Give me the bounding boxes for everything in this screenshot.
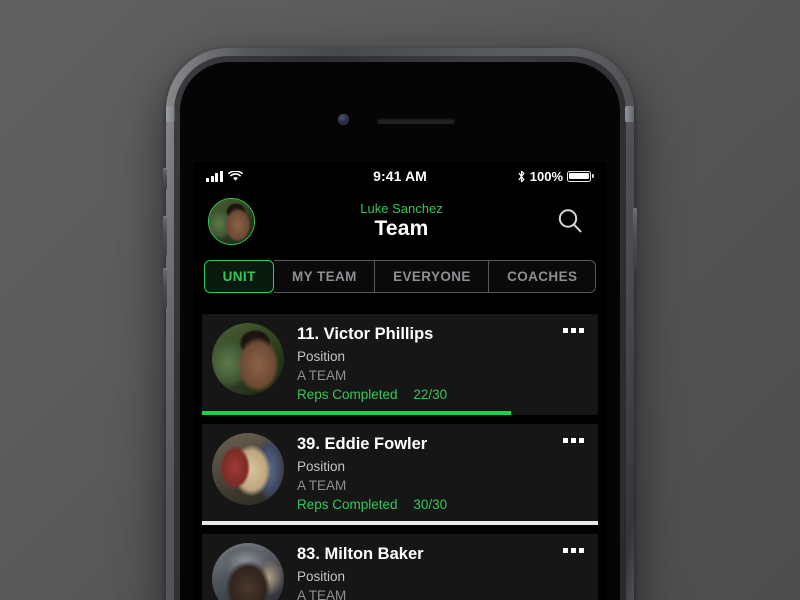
reps-label: Reps Completed <box>297 387 398 402</box>
tab-my-team[interactable]: MY TEAM <box>274 260 376 293</box>
progress-bar-fill <box>202 521 598 525</box>
phone-screen: 9:41 AM 100% Luke Sanchez Team UNIT MY T… <box>194 162 606 600</box>
player-position: Position <box>297 459 346 474</box>
user-name-label: Luke Sanchez <box>360 200 443 216</box>
power-button[interactable] <box>633 208 637 270</box>
player-name: 83. Milton Baker <box>297 545 558 564</box>
wifi-icon <box>227 170 243 182</box>
status-bar-left <box>206 170 373 182</box>
status-bar: 9:41 AM 100% <box>194 162 606 190</box>
more-options-button[interactable] <box>558 433 588 460</box>
bluetooth-icon <box>517 170 526 183</box>
player-avatar-photo <box>212 433 284 505</box>
status-bar-center: 9:41 AM <box>373 168 427 184</box>
antenna-band-left <box>166 106 175 122</box>
page-title: Team <box>374 217 429 241</box>
page-title-block: Luke Sanchez Team <box>261 202 542 241</box>
table-row[interactable]: 83. Milton Baker Position A TEAM Reps Co… <box>202 534 598 600</box>
more-options-button[interactable] <box>558 323 588 350</box>
battery-full-icon <box>567 170 594 182</box>
player-reps: Reps Completed 22/30 <box>297 387 558 402</box>
player-number: 83. <box>297 545 320 563</box>
player-name-label: Victor Phillips <box>323 325 434 343</box>
progress-bar-track <box>202 521 598 525</box>
player-info: 83. Milton Baker Position A TEAM Reps Co… <box>297 543 558 600</box>
status-bar-clock: 9:41 AM <box>373 168 427 184</box>
more-options-icon <box>562 548 568 553</box>
table-row[interactable]: 39. Eddie Fowler Position A TEAM Reps Co… <box>202 424 598 525</box>
reps-count: 30/30 <box>413 497 448 512</box>
player-name: 39. Eddie Fowler <box>297 435 558 454</box>
filter-tabs-container: UNIT MY TEAM EVERYONE COACHES <box>194 252 606 305</box>
player-name: 11. Victor Phillips <box>297 325 558 344</box>
player-avatar[interactable] <box>212 323 284 395</box>
front-camera-icon <box>338 114 349 125</box>
segmented-control: UNIT MY TEAM EVERYONE COACHES <box>204 260 596 293</box>
tab-my-team-label: MY TEAM <box>292 269 357 284</box>
more-options-icon <box>570 438 576 443</box>
tab-everyone-label: EVERYONE <box>393 269 471 284</box>
tab-coaches-label: COACHES <box>507 269 578 284</box>
player-avatar[interactable] <box>212 543 284 600</box>
volume-up-button[interactable] <box>163 216 167 256</box>
player-avatar[interactable] <box>212 433 284 505</box>
more-options-icon <box>562 438 568 443</box>
table-row[interactable]: 11. Victor Phillips Position A TEAM Reps… <box>202 314 598 415</box>
status-bar-right: 100% <box>427 169 594 184</box>
search-icon <box>554 205 586 237</box>
player-reps: Reps Completed 30/30 <box>297 497 558 512</box>
avatar[interactable] <box>208 197 255 245</box>
avatar-photo <box>209 198 254 244</box>
progress-bar-fill <box>202 411 511 415</box>
battery-percent-label: 100% <box>529 168 563 184</box>
app-header: Luke Sanchez Team <box>194 190 606 252</box>
reps-count: 22/30 <box>413 387 448 402</box>
player-list: 11. Victor Phillips Position A TEAM Reps… <box>194 314 606 600</box>
player-card-body: 11. Victor Phillips Position A TEAM Reps… <box>202 314 598 411</box>
antenna-band-right <box>625 106 634 122</box>
player-info: 11. Victor Phillips Position A TEAM Reps… <box>297 323 558 402</box>
volume-down-button[interactable] <box>163 268 167 308</box>
phone-device-frame: 9:41 AM 100% Luke Sanchez Team UNIT MY T… <box>163 48 637 600</box>
player-number: 11. <box>297 325 320 343</box>
player-card-body: 83. Milton Baker Position A TEAM Reps Co… <box>202 534 598 600</box>
player-position: Position <box>297 569 346 584</box>
phone-front-face: 9:41 AM 100% Luke Sanchez Team UNIT MY T… <box>180 62 620 600</box>
signal-bars-icon <box>206 170 223 182</box>
player-avatar-photo <box>212 323 284 395</box>
earpiece-speaker <box>377 118 455 124</box>
tab-everyone[interactable]: EVERYONE <box>375 260 490 293</box>
player-name-label: Eddie Fowler <box>324 435 428 453</box>
player-card-body: 39. Eddie Fowler Position A TEAM Reps Co… <box>202 424 598 521</box>
player-info: 39. Eddie Fowler Position A TEAM Reps Co… <box>297 433 558 512</box>
player-team: A TEAM <box>297 368 347 383</box>
more-options-icon <box>570 328 576 333</box>
player-position: Position <box>297 349 346 364</box>
player-name-label: Milton Baker <box>324 545 424 563</box>
more-options-icon <box>578 548 584 553</box>
tab-coaches[interactable]: COACHES <box>489 260 596 293</box>
silent-switch-button[interactable] <box>163 168 167 190</box>
screenshot-root: 9:41 AM 100% Luke Sanchez Team UNIT MY T… <box>0 0 800 600</box>
more-options-icon <box>578 438 584 443</box>
search-button[interactable] <box>548 199 592 243</box>
more-options-icon <box>578 328 584 333</box>
tab-unit[interactable]: UNIT <box>204 260 275 293</box>
player-team: A TEAM <box>297 478 347 493</box>
header-divider <box>194 305 606 314</box>
player-team: A TEAM <box>297 588 347 600</box>
more-options-button[interactable] <box>558 543 588 570</box>
player-avatar-photo <box>212 543 284 600</box>
tab-unit-label: UNIT <box>222 269 256 284</box>
more-options-icon <box>562 328 568 333</box>
reps-label: Reps Completed <box>297 497 398 512</box>
player-number: 39. <box>297 435 320 453</box>
progress-bar-track <box>202 411 598 415</box>
more-options-icon <box>570 548 576 553</box>
